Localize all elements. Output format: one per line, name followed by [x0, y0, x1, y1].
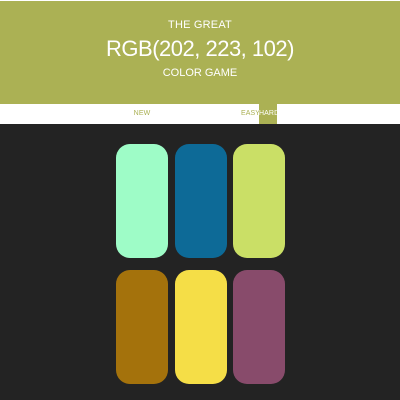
target-rgb-display: RGB(202, 223, 102)	[106, 36, 294, 61]
color-square-4[interactable]	[116, 270, 168, 384]
color-game-page: THE GREAT RGB(202, 223, 102) COLOR GAME …	[0, 0, 400, 400]
color-square-3[interactable]	[233, 144, 285, 258]
color-square-1[interactable]	[116, 144, 168, 258]
color-board	[0, 124, 400, 400]
title-top: THE GREAT	[168, 19, 232, 31]
color-square-5[interactable]	[175, 270, 227, 384]
color-square-6[interactable]	[233, 270, 285, 384]
control-stripe: NEW COLORS EASY HARD	[0, 104, 400, 137]
easy-mode-button[interactable]: EASY	[241, 104, 260, 124]
color-square-2[interactable]	[175, 144, 227, 258]
new-colors-button[interactable]: NEW COLORS	[122, 104, 162, 137]
hard-mode-button[interactable]: HARD	[259, 104, 279, 124]
title-bottom: COLOR GAME	[162, 67, 238, 79]
header: THE GREAT RGB(202, 223, 102) COLOR GAME	[0, 1, 400, 104]
